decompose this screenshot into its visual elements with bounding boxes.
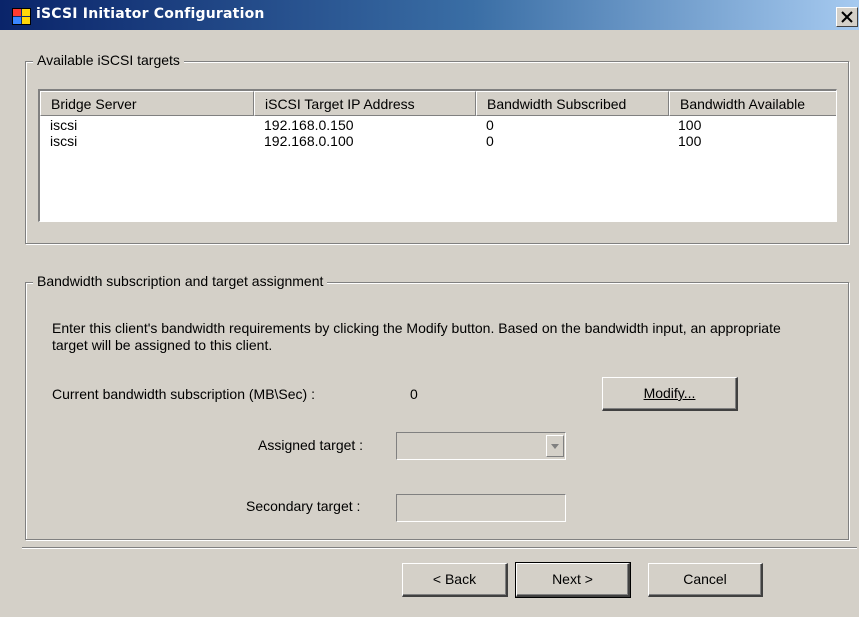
cell-bandwidth-available: 100 [678,133,702,149]
current-bandwidth-value: 0 [410,386,418,402]
table-row[interactable]: iscsi 192.168.0.100 0 100 [40,133,836,149]
close-button[interactable] [836,7,858,27]
cell-bridge-server: iscsi [50,133,78,149]
column-bridge-server[interactable]: Bridge Server [40,91,254,116]
current-bandwidth-label: Current bandwidth subscription (MB\Sec) … [52,386,315,402]
available-targets-legend: Available iSCSI targets [33,52,184,68]
dropdown-arrow-button[interactable] [546,435,564,457]
window-title: iSCSI Initiator Configuration [36,6,265,22]
column-bandwidth-available[interactable]: Bandwidth Available [669,91,836,116]
cell-bridge-server: iscsi [50,117,78,133]
footer-separator-highlight [22,548,857,549]
cancel-button[interactable]: Cancel [648,563,763,597]
modify-button[interactable]: Modify... [602,377,738,411]
targets-list[interactable]: Bridge Server iSCSI Target IP Address Ba… [38,89,837,222]
next-button[interactable]: Next > [515,562,631,598]
column-target-ip[interactable]: iSCSI Target IP Address [254,91,476,116]
back-button[interactable]: < Back [402,563,508,597]
assigned-target-dropdown[interactable] [396,432,566,460]
table-row[interactable]: iscsi 192.168.0.150 0 100 [40,117,836,133]
next-button-label: Next > [552,571,593,587]
column-bandwidth-subscribed[interactable]: Bandwidth Subscribed [476,91,669,116]
secondary-target-field[interactable] [396,494,566,522]
instructions-text: Enter this client's bandwidth requiremen… [52,320,781,353]
modify-button-label: Modify... [643,385,696,401]
targets-list-header: Bridge Server iSCSI Target IP Address Ba… [40,91,836,116]
cell-target-ip: 192.168.0.100 [264,133,354,149]
cell-bandwidth-available: 100 [678,117,702,133]
bandwidth-legend: Bandwidth subscription and target assign… [33,273,328,289]
title-bar[interactable]: iSCSI Initiator Configuration [0,0,859,30]
cancel-button-label: Cancel [683,571,727,587]
back-button-label: < Back [432,571,477,587]
assigned-target-label: Assigned target : [258,437,364,453]
cell-target-ip: 192.168.0.150 [264,117,354,133]
cell-bandwidth-subscribed: 0 [486,117,494,133]
cell-bandwidth-subscribed: 0 [486,133,494,149]
app-window-icon [12,8,32,26]
secondary-target-label: Secondary target : [246,498,361,514]
